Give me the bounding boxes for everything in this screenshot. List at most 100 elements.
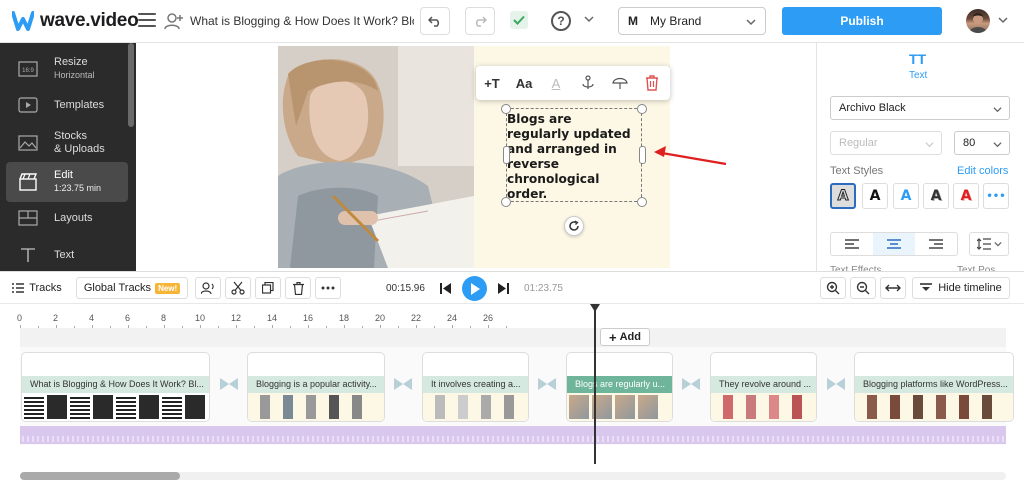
duplicate-button[interactable]	[255, 277, 281, 299]
text-style-plain[interactable]: A	[862, 183, 888, 209]
line-height-button[interactable]	[969, 232, 1009, 256]
resize-handle[interactable]	[501, 197, 511, 207]
resize-handle[interactable]	[639, 146, 646, 164]
font-button[interactable]: Aa	[508, 66, 540, 100]
sidebar-item-stocks[interactable]: Stocks & Uploads	[6, 123, 128, 163]
text-tab-label[interactable]: Text	[909, 70, 927, 81]
caption-text[interactable]: Blogs are regularly updated and arranged…	[507, 112, 643, 202]
delete-scene-button[interactable]	[285, 277, 311, 299]
chevron-down-icon[interactable]	[584, 14, 594, 24]
font-weight-select[interactable]: Regular	[830, 131, 942, 155]
zoom-in-button[interactable]	[820, 277, 846, 299]
text-style-outline[interactable]: A	[830, 183, 856, 209]
total-time: 01:23.75	[524, 283, 563, 294]
resize-handle[interactable]	[501, 104, 511, 114]
delete-button[interactable]	[636, 66, 668, 100]
undo-button[interactable]	[420, 7, 450, 35]
svg-text:16:9: 16:9	[22, 68, 34, 74]
logo[interactable]: wave.video	[12, 10, 139, 32]
tracks-button[interactable]: Tracks	[6, 277, 68, 299]
timeline-ruler[interactable]: 0 2 4 6 8 10 12 14 16 18 20 22 24 26	[0, 304, 1024, 329]
ruler-tick-label: 12	[231, 313, 242, 323]
fit-timeline-button[interactable]	[880, 277, 906, 299]
sidebar-item-resize[interactable]: 16:9 Resize Horizontal	[6, 49, 128, 89]
more-button[interactable]	[315, 277, 341, 299]
project-title[interactable]: What is Blogging & How Does It Work? Blo…	[190, 14, 414, 28]
global-tracks-button[interactable]: Global Tracks New!	[76, 277, 188, 299]
line-height-icon	[976, 238, 991, 250]
scene-clip[interactable]: Blogging platforms like WordPress...	[854, 352, 1014, 422]
text-style-shadow[interactable]: A	[923, 183, 949, 209]
edit-colors-link[interactable]: Edit colors	[957, 165, 1008, 177]
ruler-tick-label: 6	[125, 313, 131, 323]
sidebar-item-text[interactable]: Text	[6, 235, 128, 275]
skip-forward-icon[interactable]	[497, 283, 509, 294]
font-size-select[interactable]: 80	[954, 131, 1010, 155]
resize-handle[interactable]	[637, 104, 647, 114]
sidebar-scrollbar[interactable]	[128, 43, 134, 127]
split-button[interactable]	[225, 277, 251, 299]
rotate-handle[interactable]	[564, 216, 584, 236]
add-user-icon[interactable]	[164, 12, 184, 30]
animation-button[interactable]	[604, 66, 636, 100]
text-style-blue[interactable]: A	[893, 183, 919, 209]
chevron-down-icon	[993, 107, 1002, 113]
chevron-down-icon	[993, 142, 1002, 148]
menu-icon[interactable]	[138, 13, 156, 27]
transition-icon[interactable]	[681, 377, 701, 391]
scene-clip-active[interactable]: Blogs are regularly u...	[566, 352, 673, 422]
add-scene-button[interactable]: + Add	[600, 328, 650, 346]
text-tab-icon[interactable]: TT	[909, 51, 926, 67]
text-color-button[interactable]: A	[540, 66, 572, 100]
scene-clip[interactable]: What is Blogging & How Does It Work? Bl.…	[21, 352, 210, 422]
text-style-red[interactable]: A	[953, 183, 979, 209]
zoom-out-button[interactable]	[850, 277, 876, 299]
ruler-tick-label: 8	[161, 313, 167, 323]
clip-title: It involves creating a...	[423, 376, 528, 393]
brand-select[interactable]: M My Brand	[618, 7, 766, 35]
resize-handle[interactable]	[503, 146, 510, 164]
transition-icon[interactable]	[826, 377, 846, 391]
font-family-select[interactable]: Archivo Black	[830, 96, 1010, 120]
scene-clip[interactable]: Blogging is a popular activity...	[247, 352, 385, 422]
playhead-marker-icon[interactable]	[590, 304, 600, 312]
align-left-button[interactable]	[831, 233, 873, 255]
transition-icon[interactable]	[393, 377, 413, 391]
new-badge: New!	[155, 282, 181, 294]
wave-logo-icon	[12, 11, 34, 31]
hide-timeline-button[interactable]: Hide timeline	[912, 277, 1010, 299]
align-center-button[interactable]	[873, 233, 915, 255]
redo-button[interactable]	[465, 7, 495, 35]
properties-panel: TT Text Archivo Black Regular 80 Text St…	[816, 43, 1024, 276]
avatar[interactable]	[966, 9, 990, 33]
ruler-tick-label: 20	[375, 313, 386, 323]
play-icon	[470, 282, 480, 295]
play-button[interactable]	[462, 276, 487, 301]
more-styles-button[interactable]: •••	[983, 183, 1009, 209]
anchor-button[interactable]	[572, 66, 604, 100]
transition-icon[interactable]	[219, 377, 239, 391]
chevron-down-icon[interactable]	[998, 15, 1008, 25]
stock-photo[interactable]	[278, 46, 474, 268]
align-right-button[interactable]	[915, 233, 957, 255]
skip-back-icon[interactable]	[440, 283, 452, 294]
publish-button[interactable]: Publish	[782, 7, 942, 35]
sidebar-item-label: Text	[54, 248, 75, 261]
timeline-toolbar: Tracks Global Tracks New! 00:15.96 01:23…	[0, 271, 1024, 304]
resize-handle[interactable]	[637, 197, 647, 207]
transition-icon[interactable]	[537, 377, 557, 391]
sidebar-item-layouts[interactable]: Layouts	[6, 198, 128, 238]
playhead[interactable]	[594, 306, 596, 464]
sidebar-item-label: Stocks	[54, 130, 88, 142]
voiceover-button[interactable]	[195, 277, 221, 299]
caption-text-box[interactable]: Blogs are regularly updated and arranged…	[506, 108, 642, 202]
edit-icon	[19, 173, 38, 191]
timeline-scrollbar[interactable]	[20, 472, 180, 480]
add-text-button[interactable]: +T	[476, 66, 508, 100]
scene-clip[interactable]: They revolve around ...	[710, 352, 817, 422]
sidebar-item-edit[interactable]: Edit 1:23.75 min	[6, 162, 128, 202]
help-icon[interactable]: ?	[551, 11, 571, 31]
clip-title: Blogging platforms like WordPress...	[855, 376, 1013, 393]
scene-clip[interactable]: It involves creating a...	[422, 352, 529, 422]
sidebar-item-templates[interactable]: Templates	[6, 85, 128, 125]
